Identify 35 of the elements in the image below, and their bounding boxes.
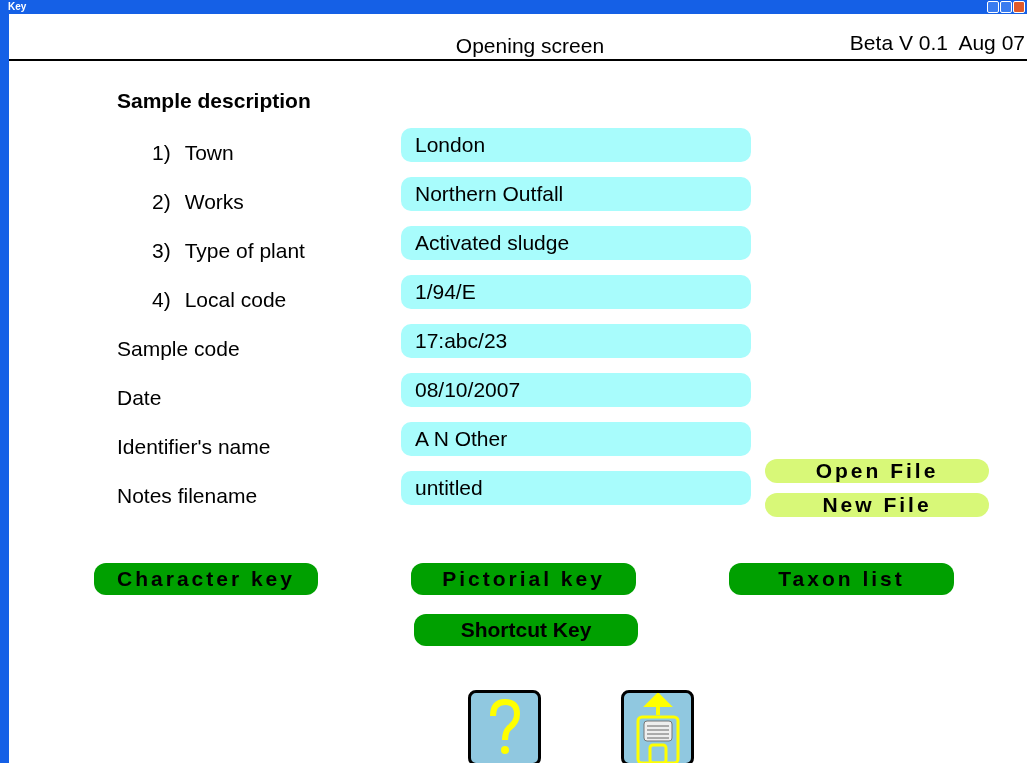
input-field[interactable]: untitled [401, 470, 751, 505]
field-label: Type of plant [184, 238, 305, 263]
version-label: Beta V 0.1 Aug 07 [849, 31, 1025, 56]
input-field[interactable]: 17:abc/23 [401, 323, 751, 358]
item-number: 2) [152, 189, 171, 214]
close-icon[interactable] [1013, 1, 1025, 13]
document-upload-icon[interactable] [621, 690, 694, 763]
window-title: Key [8, 1, 27, 13]
maximize-icon[interactable] [1000, 1, 1012, 13]
file-button[interactable]: New File [765, 493, 989, 517]
help-icon[interactable] [468, 690, 541, 763]
key-button[interactable]: Taxon list [729, 563, 954, 595]
item-number: 4) [152, 287, 171, 312]
field-label: Town [184, 140, 234, 165]
field-label: Date [117, 385, 162, 410]
shortcut-button[interactable]: Shortcut Key [414, 614, 638, 646]
section-title: Sample description [117, 89, 312, 113]
field-label: Sample code [117, 336, 240, 361]
input-field[interactable]: Northern Outfall [401, 176, 751, 211]
input-field[interactable]: 08/10/2007 [401, 372, 751, 407]
minimize-icon[interactable] [987, 1, 999, 13]
field-label: Local code [184, 287, 287, 312]
item-number: 3) [152, 238, 171, 263]
input-field[interactable]: 1/94/E [401, 274, 751, 309]
field-label: Works [184, 189, 244, 214]
field-label: Identifier's name [117, 434, 271, 459]
field-label: Notes filename [117, 483, 258, 508]
key-button[interactable]: Pictorial key [411, 563, 636, 595]
screen-title: Opening screen [455, 34, 605, 59]
file-button[interactable]: Open File [765, 459, 989, 483]
input-field[interactable]: Activated sludge [401, 225, 751, 260]
key-button[interactable]: Character key [94, 563, 318, 595]
input-field[interactable]: London [401, 127, 751, 162]
input-field[interactable]: A N Other [401, 421, 751, 456]
item-number: 1) [152, 140, 171, 165]
